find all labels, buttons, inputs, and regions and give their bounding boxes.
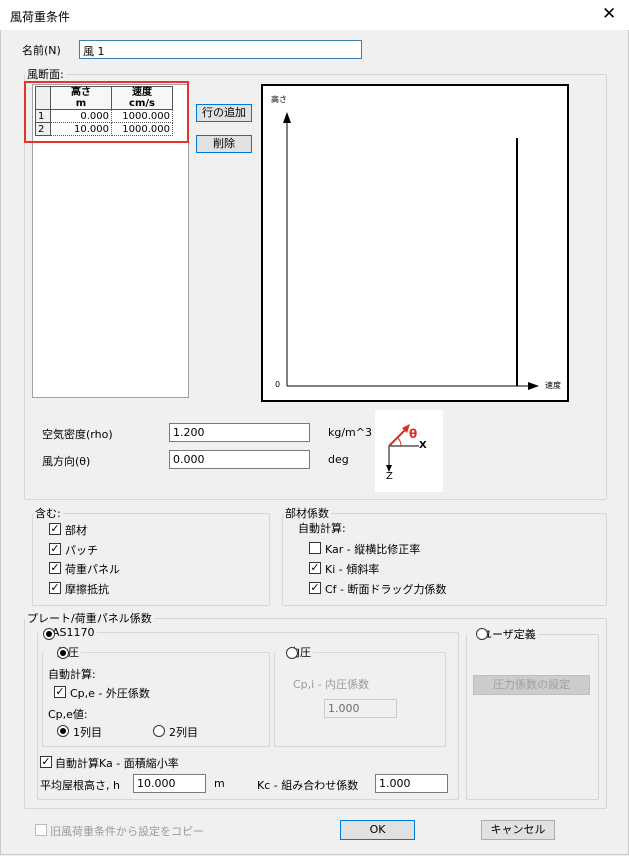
member-coefficients-label: 部材係数 <box>285 507 329 520</box>
as1170-radio[interactable] <box>43 628 55 640</box>
name-input[interactable]: 風 1 <box>79 40 362 59</box>
delete-row-button[interactable]: 削除 <box>196 135 252 153</box>
cpi-label: Cp,i - 内圧係数 <box>293 678 370 691</box>
user-defined-label: ユーザ定義 <box>481 628 536 641</box>
include-friction-checkbox[interactable]: ✓ <box>49 582 61 594</box>
kc-input[interactable]: 1.000 <box>375 774 448 793</box>
plot-y-label: 高さ <box>271 95 287 104</box>
x-axis-label: X <box>419 440 427 451</box>
plot-origin-label: 0 <box>275 380 281 389</box>
mean-roof-height-unit: m <box>214 777 225 790</box>
name-label: 名前(N) <box>22 44 61 57</box>
column1-radio[interactable] <box>57 725 69 737</box>
title-bar <box>0 0 629 30</box>
air-density-input[interactable]: 1.200 <box>169 423 310 442</box>
wind-direction-unit: deg <box>328 453 349 466</box>
x-axis-arrow <box>528 382 539 390</box>
wind-section-label: 風断面: <box>27 68 64 81</box>
wind-direction-diagram: θ X Z <box>375 410 443 492</box>
internal-pressure-radio[interactable] <box>286 647 298 659</box>
kar-label: Kar - 縦横比修正率 <box>325 543 421 556</box>
close-icon[interactable]: ✕ <box>602 4 616 24</box>
z-axis-label: Z <box>386 471 393 482</box>
include-label: 含む: <box>35 507 61 520</box>
y-axis-arrow <box>283 112 291 123</box>
pressure-coefficient-button[interactable]: 圧力係数の設定 <box>473 675 590 695</box>
ki-label: Ki - 傾斜率 <box>325 563 380 576</box>
wind-direction-label: 風方向(θ) <box>42 455 91 468</box>
add-row-button[interactable]: 行の追加 <box>196 104 252 122</box>
plot-canvas <box>283 112 539 390</box>
cf-label: Cf - 断面ドラッグ力係数 <box>325 583 447 596</box>
kar-checkbox[interactable] <box>309 542 321 554</box>
air-density-label: 空気密度(rho) <box>42 428 113 441</box>
include-load-panel-checkbox[interactable]: ✓ <box>49 562 61 574</box>
include-patch-checkbox[interactable]: ✓ <box>49 543 61 555</box>
include-member-label: 部材 <box>65 524 87 537</box>
column2-radio[interactable] <box>153 725 165 737</box>
cpe-label: Cp,e - 外圧係数 <box>70 687 150 700</box>
internal-pressure-group: 内圧 <box>274 644 446 747</box>
member-auto-calc-label: 自動計算: <box>298 522 346 535</box>
external-pressure-radio[interactable] <box>57 647 69 659</box>
plot-x-label: 速度 <box>545 381 561 390</box>
cpi-input[interactable]: 1.000 <box>324 699 397 718</box>
air-density-unit: kg/m^3 <box>328 426 372 439</box>
wind-direction-input[interactable]: 0.000 <box>169 450 310 469</box>
include-member-checkbox[interactable]: ✓ <box>49 523 61 535</box>
mean-roof-height-label: 平均屋根高さ, h <box>40 779 120 792</box>
copy-old-conditions-label: 旧風荷重条件から設定をコピー <box>50 825 204 838</box>
ki-checkbox[interactable]: ✓ <box>309 562 321 574</box>
copy-old-conditions-checkbox[interactable] <box>35 824 47 836</box>
as1170-label: AS1170 <box>52 626 95 639</box>
cancel-button[interactable]: キャンセル <box>481 820 555 840</box>
include-friction-label: 摩擦抵抗 <box>65 583 109 596</box>
theta-label: θ <box>409 427 418 441</box>
include-patch-label: パッチ <box>65 544 98 557</box>
plate-coefficients-label: プレート/荷重パネル係数 <box>27 612 152 625</box>
column1-label: 1列目 <box>73 726 102 739</box>
ka-label: 自動計算Ka - 面積縮小率 <box>55 757 179 770</box>
cpe-checkbox[interactable]: ✓ <box>54 686 66 698</box>
ka-checkbox[interactable]: ✓ <box>40 756 52 768</box>
include-load-panel-label: 荷重パネル <box>65 563 120 576</box>
window-title: 風荷重条件 <box>10 10 71 24</box>
kc-label: Kc - 組み合わせ係数 <box>257 779 359 792</box>
column2-label: 2列目 <box>169 726 198 739</box>
cpe-values-label: Cp,e値: <box>48 708 88 721</box>
user-defined-group: ユーザ定義 <box>466 626 599 800</box>
highlight-frame <box>24 81 189 143</box>
mean-roof-height-input[interactable]: 10.000 <box>133 774 206 793</box>
user-defined-radio[interactable] <box>476 628 488 640</box>
cf-checkbox[interactable]: ✓ <box>309 582 321 594</box>
external-auto-calc-label: 自動計算: <box>48 668 96 681</box>
profile-plot: 高さ 速度 0 <box>261 84 569 402</box>
ok-button[interactable]: OK <box>340 820 415 840</box>
